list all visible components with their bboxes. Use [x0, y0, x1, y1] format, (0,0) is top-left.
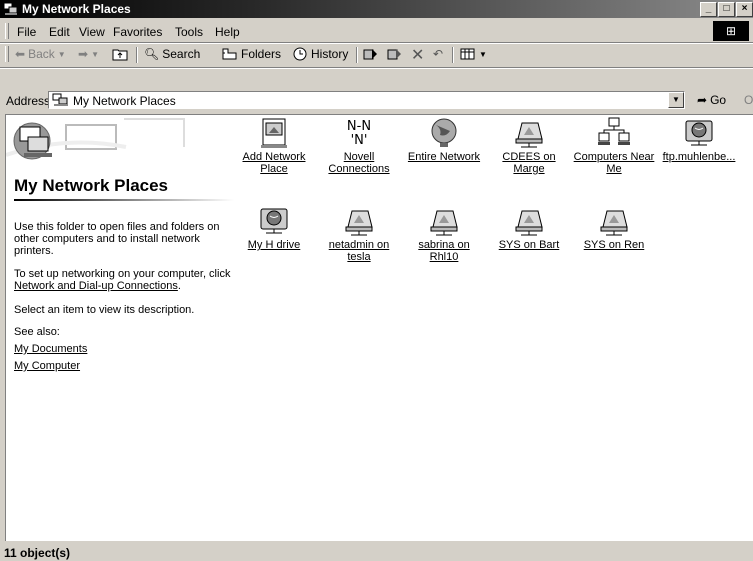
- copy-to-icon: [387, 49, 401, 60]
- history-button[interactable]: History: [292, 47, 348, 61]
- move-to-button[interactable]: [363, 47, 379, 61]
- network-drive-icon: [685, 120, 713, 146]
- history-icon: [293, 47, 307, 61]
- my-computer-link[interactable]: My Computer: [14, 360, 240, 372]
- chevron-down-icon: ▼: [57, 49, 66, 59]
- network-drive-icon: [260, 208, 288, 234]
- window-title: My Network Places: [22, 2, 131, 16]
- network-places-icon: [3, 2, 19, 19]
- network-folder-icon: [430, 210, 458, 236]
- forward-button[interactable]: ➡ ▼: [78, 47, 99, 61]
- item-sabrina-on-rhl10[interactable]: sabrina on Rhl10: [403, 205, 485, 263]
- undo-button[interactable]: ↶: [433, 47, 443, 61]
- maximize-button[interactable]: □: [718, 2, 735, 17]
- undo-icon: ↶: [433, 47, 444, 61]
- item-add-network-place[interactable]: Add Network Place: [233, 117, 315, 175]
- status-text: 11 object(s): [4, 546, 71, 560]
- menu-view[interactable]: View: [79, 25, 105, 39]
- network-places-banner-icon: [6, 118, 185, 160]
- add-network-place-icon: [261, 118, 287, 148]
- novell-icon: N-N'N': [347, 119, 371, 148]
- address-dropdown-button[interactable]: ▼: [668, 92, 684, 108]
- address-input[interactable]: My Network Places ▼: [48, 91, 685, 109]
- my-documents-link[interactable]: My Documents: [14, 343, 240, 355]
- up-folder-button[interactable]: [112, 47, 128, 61]
- divider: [14, 199, 234, 201]
- back-button[interactable]: ⬅ Back ▼: [15, 47, 66, 61]
- page-title: My Network Places: [14, 176, 169, 195]
- chevron-down-icon: ▼: [91, 49, 99, 59]
- back-arrow-icon: ⬅: [15, 47, 26, 61]
- menu-tools[interactable]: Tools: [175, 25, 203, 39]
- item-computers-near-me[interactable]: Computers Near Me: [573, 117, 655, 175]
- globe-icon: [431, 118, 457, 147]
- setup-text: To set up networking on your computer, c…: [14, 268, 231, 292]
- folders-icon: [222, 48, 237, 60]
- go-button[interactable]: ➦ Go: [697, 93, 726, 107]
- network-folder-icon: [345, 210, 373, 236]
- delete-icon: ✕: [411, 47, 425, 64]
- see-also-label: See also:: [14, 326, 60, 338]
- status-bar: 11 object(s): [0, 544, 753, 561]
- toolbar: ⬅ Back ▼ ➡ ▼ 🔍︎ Search Folders History ✕…: [0, 44, 753, 66]
- item-netadmin-on-tesla[interactable]: netadmin on tesla: [318, 205, 400, 263]
- menu-grip: [5, 23, 9, 39]
- item-entire-network[interactable]: Entire Network: [403, 117, 485, 163]
- divider: [0, 67, 753, 69]
- minimize-button[interactable]: _: [700, 2, 717, 17]
- copy-to-button[interactable]: [387, 47, 403, 61]
- folder-description: Use this folder to open files and folder…: [14, 221, 220, 257]
- address-label: Address: [6, 94, 51, 108]
- windows-logo-icon: ⊞: [713, 21, 749, 41]
- folders-button[interactable]: Folders: [222, 47, 281, 61]
- delete-button[interactable]: ✕: [411, 45, 424, 65]
- address-bar: Address My Network Places ▼ ➦ Go Oper: [0, 89, 753, 111]
- move-to-icon: [363, 49, 377, 60]
- item-cdees-on-marge[interactable]: CDEES on Marge: [488, 117, 570, 175]
- views-icon: [460, 48, 475, 60]
- address-value: My Network Places: [73, 94, 176, 108]
- menu-help[interactable]: Help: [215, 25, 240, 39]
- menu-bar: File Edit View Favorites Tools Help ⊞: [0, 21, 753, 41]
- menu-favorites[interactable]: Favorites: [113, 25, 162, 39]
- views-button[interactable]: ▼: [460, 47, 487, 61]
- go-arrow-icon: ➦: [697, 93, 708, 107]
- item-novell-connections[interactable]: N-N 'N' Novell Connections: [318, 117, 400, 175]
- menu-edit[interactable]: Edit: [49, 25, 70, 39]
- close-button[interactable]: ×: [736, 2, 753, 17]
- item-my-h-drive[interactable]: My H drive: [233, 205, 315, 251]
- network-places-icon: [52, 93, 70, 110]
- forward-arrow-icon: ➡: [78, 47, 89, 61]
- svg-text:N-N: N-N: [347, 119, 371, 134]
- up-folder-icon: [112, 49, 128, 61]
- svg-text:'N': 'N': [351, 133, 368, 148]
- menu-file[interactable]: File: [17, 25, 36, 39]
- computers-icon: [598, 117, 630, 145]
- icon-view: Add Network Place N-N 'N' Novell Connecti…: [242, 115, 753, 541]
- title-bar[interactable]: My Network Places _ □ ×: [0, 0, 753, 18]
- search-icon: 🔍︎: [144, 47, 160, 61]
- item-ftp-muhlenberg[interactable]: ftp.muhlenbe...: [658, 117, 740, 163]
- search-button[interactable]: 🔍︎ Search: [144, 47, 200, 61]
- chevron-down-icon: ▼: [479, 49, 487, 59]
- info-panel: My Network Places Use this folder to ope…: [6, 115, 242, 541]
- network-connections-link[interactable]: Network and Dial-up Connections: [14, 280, 178, 292]
- select-hint: Select an item to view its description.: [14, 304, 195, 316]
- network-folder-icon: [600, 210, 628, 236]
- content-area: My Network Places Use this folder to ope…: [5, 114, 753, 541]
- item-sys-on-ren[interactable]: SYS on Ren: [573, 205, 655, 251]
- open-button[interactable]: Oper: [744, 93, 753, 107]
- network-folder-icon: [515, 122, 543, 148]
- network-folder-icon: [515, 210, 543, 236]
- item-sys-on-bart[interactable]: SYS on Bart: [488, 205, 570, 251]
